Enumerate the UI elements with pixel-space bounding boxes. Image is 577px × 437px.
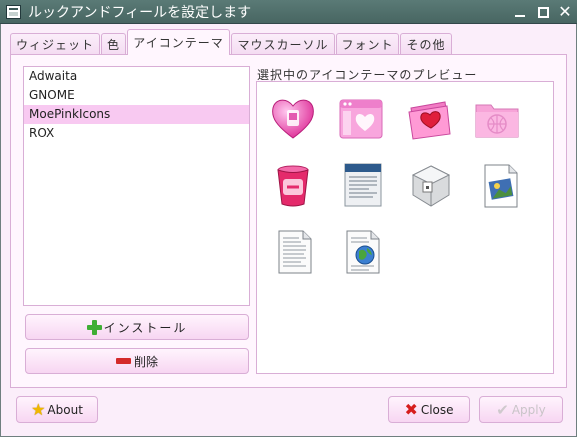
list-item-gnome[interactable]: GNOME bbox=[24, 86, 249, 105]
list-item-moepinkicons[interactable]: MoePinkIcons bbox=[24, 105, 249, 124]
window-border-left bbox=[0, 24, 1, 437]
apply-button-label: Apply bbox=[511, 402, 546, 417]
network-folder-icon bbox=[475, 104, 519, 138]
heart-icon bbox=[272, 99, 314, 139]
window-title: ルックアンドフィールを設定します bbox=[28, 4, 252, 21]
list-item-adwaita[interactable]: Adwaita bbox=[24, 67, 249, 86]
trash-icon bbox=[277, 165, 309, 207]
image-file-icon bbox=[484, 164, 518, 208]
icon-preview-area bbox=[256, 81, 554, 374]
close-icon: ✕ bbox=[558, 2, 572, 21]
icon-theme-list[interactable]: Adwaita GNOME MoePinkIcons ROX bbox=[23, 66, 250, 306]
about-button[interactable]: ★ About bbox=[16, 396, 98, 423]
close-button[interactable]: ✖ Close bbox=[388, 396, 470, 423]
close-window-button[interactable]: ✕ bbox=[557, 4, 573, 20]
delete-button-label: 削除 bbox=[133, 354, 158, 369]
app-icon bbox=[6, 4, 21, 19]
tab-other[interactable]: その他 bbox=[400, 33, 452, 54]
pink-window-icon bbox=[339, 99, 383, 139]
title-bar[interactable]: ルックアンドフィールを設定します ✕ bbox=[0, 0, 577, 24]
checkmark-icon: ✔ bbox=[496, 400, 509, 419]
heart-folder-icon bbox=[408, 101, 451, 140]
tab-icon-theme[interactable]: アイコンテーマ bbox=[127, 29, 230, 55]
minimize-button[interactable] bbox=[512, 4, 528, 20]
maximize-button[interactable] bbox=[535, 4, 551, 20]
tab-color[interactable]: 色 bbox=[101, 33, 126, 54]
tab-font[interactable]: フォント bbox=[336, 33, 399, 54]
minimize-icon bbox=[515, 15, 525, 17]
text-file-icon bbox=[278, 230, 312, 274]
install-button-label: インストール bbox=[103, 320, 188, 335]
close-button-label: Close bbox=[420, 402, 454, 417]
close-x-icon: ✖ bbox=[404, 400, 418, 419]
delete-button[interactable]: 削除 bbox=[25, 348, 249, 374]
list-item-rox[interactable]: ROX bbox=[24, 124, 249, 143]
minus-icon bbox=[115, 358, 131, 364]
maximize-icon bbox=[537, 6, 549, 18]
tab-widget[interactable]: ウィジェット bbox=[10, 33, 100, 54]
apply-button[interactable]: ✔ Apply bbox=[479, 396, 563, 423]
document-icon bbox=[344, 163, 382, 207]
install-button[interactable]: インストール bbox=[25, 314, 249, 340]
html-file-icon bbox=[346, 230, 380, 274]
package-icon bbox=[411, 165, 451, 207]
tab-mouse-cursor[interactable]: マウスカーソル bbox=[231, 33, 335, 54]
plus-icon bbox=[86, 319, 102, 335]
star-icon: ★ bbox=[31, 400, 46, 419]
about-button-label: About bbox=[47, 402, 83, 417]
